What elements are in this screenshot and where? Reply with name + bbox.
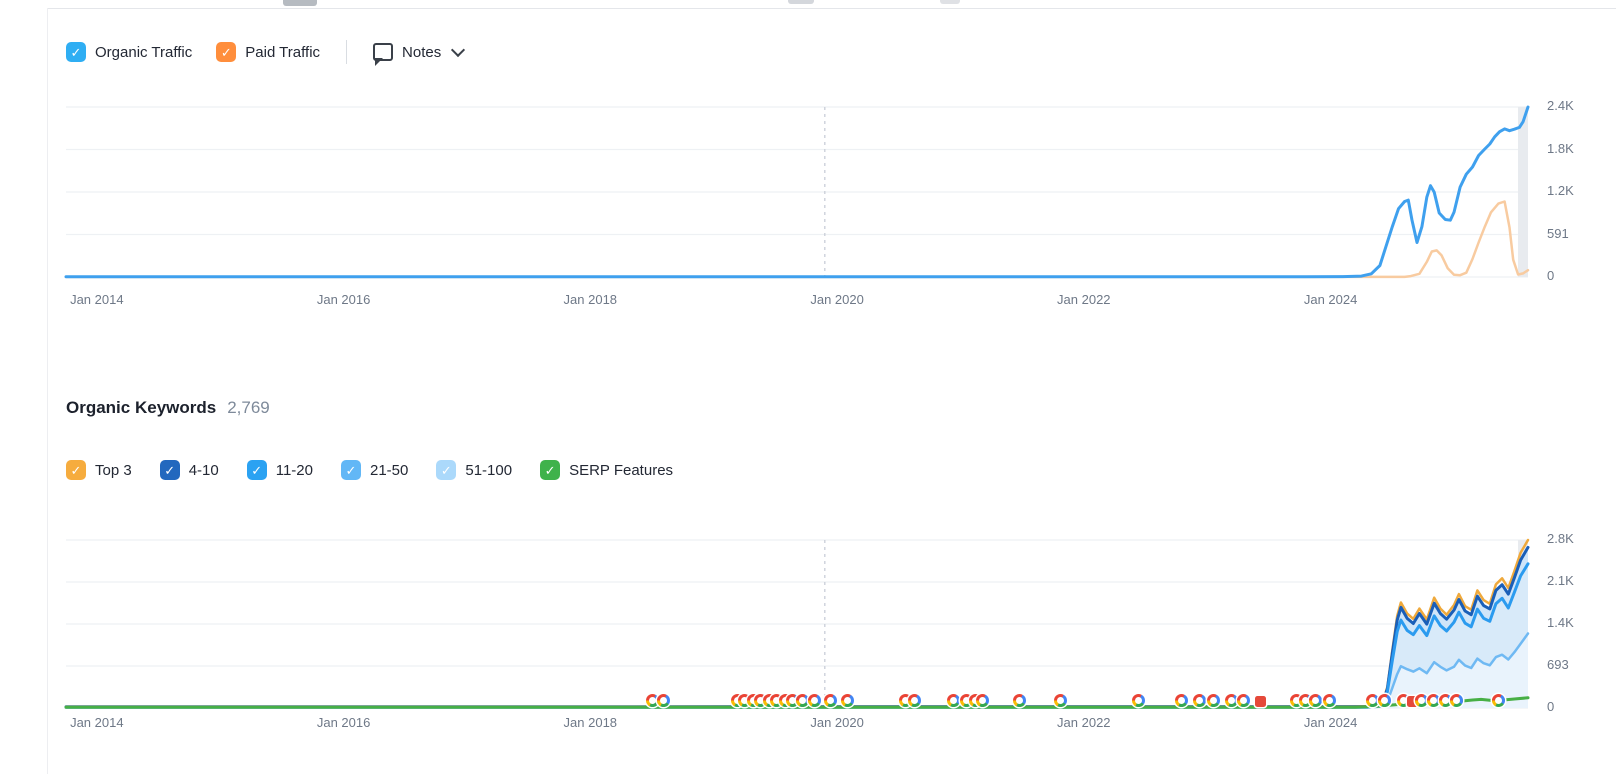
- x-axis-label-jan-2016: Jan 2016: [316, 715, 371, 730]
- google-update-note-icon[interactable]: [1206, 694, 1220, 707]
- keywords-chart-canvas: [64, 538, 1530, 709]
- panel-top-border: [47, 8, 1616, 9]
- legend-label: 4-10: [188, 461, 219, 479]
- checkbox-top-3[interactable]: ✓: [66, 460, 86, 480]
- y-axis-label-0: 0: [1547, 268, 1555, 283]
- legend-item-11-20[interactable]: ✓ 11-20: [246, 460, 313, 480]
- notes-label: Notes: [402, 43, 442, 61]
- legend-label: 51-100: [465, 461, 513, 479]
- legend-label: Paid Traffic: [245, 43, 321, 61]
- chevron-down-icon: [451, 42, 466, 57]
- x-axis-label-jan-2022: Jan 2022: [1057, 292, 1111, 307]
- google-update-note-icon[interactable]: [796, 694, 810, 707]
- y-axis-label-693: 693: [1547, 657, 1569, 672]
- checkbox-51-100[interactable]: ✓: [436, 460, 457, 480]
- google-update-note-icon[interactable]: [656, 694, 670, 707]
- notes-speech-bubble-icon: [373, 43, 394, 66]
- google-update-note-icon[interactable]: [1366, 694, 1379, 707]
- y-axis-label-591: 591: [1547, 225, 1569, 241]
- x-axis-label-jan-2020: Jan 2020: [810, 292, 864, 307]
- y-axis-label-1-4k: 1.4K: [1547, 615, 1574, 630]
- x-axis-label-jan-2018: Jan 2018: [563, 715, 618, 730]
- y-axis-label-1-8k: 1.8K: [1547, 140, 1574, 156]
- y-axis-label-2-8k: 2.8K: [1547, 531, 1574, 546]
- google-update-note-icon[interactable]: [1236, 694, 1250, 707]
- x-axis-label-jan-2014: Jan 2014: [70, 715, 124, 730]
- traffic-legend-row: ✓ Organic Traffic ✓ Paid Traffic Notes: [66, 40, 466, 66]
- google-update-note-icon[interactable]: [1131, 694, 1145, 707]
- keywords-count: 2,769: [227, 398, 270, 417]
- legend-item-serp-features[interactable]: ✓ SERP Features: [540, 460, 673, 480]
- keywords-chart[interactable]: 2.8K 2.1K 1.4K 693 0 Jan 2014 Jan 2016 Jan 2018…: [64, 531, 1574, 730]
- google-update-note-icon[interactable]: [1322, 694, 1336, 707]
- legend-item-51-100[interactable]: ✓ 51-100: [436, 460, 512, 480]
- legend-item-organic-traffic[interactable]: ✓ Organic Traffic: [66, 42, 192, 62]
- x-axis-label-jan-2022: Jan 2022: [1057, 715, 1111, 730]
- panel-left-border: [47, 8, 48, 774]
- keywords-title-row: Organic Keywords 2,769: [66, 398, 270, 418]
- y-axis-label-2-1k: 2.1K: [1547, 573, 1574, 588]
- y-axis-label-1-2k: 1.2K: [1547, 183, 1574, 198]
- legend-item-paid-traffic[interactable]: ✓ Paid Traffic: [216, 42, 320, 62]
- google-update-note-icon[interactable]: [946, 694, 960, 707]
- checkbox-21-50[interactable]: ✓: [341, 460, 361, 480]
- legend-label: Top 3: [95, 461, 132, 479]
- google-update-note-icon[interactable]: [1449, 694, 1463, 707]
- legend-label: Organic Traffic: [95, 43, 193, 61]
- x-axis-label-jan-2016: Jan 2016: [316, 292, 371, 307]
- y-axis-label-0: 0: [1547, 699, 1555, 714]
- traffic-legend-items: ✓ Organic Traffic ✓ Paid Traffic: [66, 42, 320, 62]
- keywords-title: Organic Keywords: [66, 398, 217, 417]
- clipped-header-artifact: [788, 0, 814, 4]
- legend-divider: [346, 40, 348, 64]
- traffic-chart[interactable]: 2.4K 1.8K 1.2K 591 0 Jan 2014 Jan 2016 Jan 2018…: [64, 98, 1574, 307]
- legend-label: 11-20: [275, 461, 313, 479]
- x-axis-label-jan-2018: Jan 2018: [563, 292, 618, 307]
- clipped-header-artifact: [283, 0, 317, 6]
- google-update-note-icon[interactable]: [1174, 694, 1188, 707]
- analytics-panel: ✓ Organic Traffic ✓ Paid Traffic Notes 2.4K…: [0, 0, 1616, 774]
- keywords-legend-items: ✓ Top 3 ✓ 4-10 ✓ 11-20 ✓ 21-50 ✓ 51-100 ✓ SERP Feat…: [66, 460, 673, 480]
- keywords-legend-row: ✓ Top 3 ✓ 4-10 ✓ 11-20 ✓ 21-50 ✓ 51-100 ✓ SERP Feat…: [66, 460, 673, 480]
- google-update-note-icon[interactable]: [1491, 694, 1505, 707]
- checkbox-serp-features[interactable]: ✓: [540, 460, 561, 480]
- traffic-chart-canvas: [64, 105, 1530, 279]
- x-axis-label-jan-2020: Jan 2020: [810, 715, 864, 730]
- clipped-header-artifact: [940, 0, 960, 4]
- x-axis-label-jan-2014: Jan 2014: [70, 292, 124, 307]
- checkbox-paid-traffic[interactable]: ✓: [216, 42, 237, 62]
- site-issue-note-icon[interactable]: [1254, 696, 1266, 707]
- legend-label: SERP Features: [569, 461, 674, 479]
- legend-item-4-10[interactable]: ✓ 4-10: [159, 460, 219, 480]
- y-axis-label-2-4k: 2.4K: [1547, 98, 1574, 113]
- legend-item-21-50[interactable]: ✓ 21-50: [341, 460, 408, 480]
- google-update-note-icon[interactable]: [1053, 694, 1067, 707]
- x-axis-label-jan-2024: Jan 2024: [1303, 715, 1358, 730]
- notes-button[interactable]: Notes: [373, 42, 466, 66]
- google-update-note-icon[interactable]: [840, 694, 854, 707]
- x-axis-label-jan-2024: Jan 2024: [1303, 292, 1358, 307]
- legend-label: 21-50: [370, 461, 409, 479]
- checkbox-organic-traffic[interactable]: ✓: [66, 42, 86, 62]
- legend-item-top-3[interactable]: ✓ Top 3: [66, 460, 132, 480]
- google-update-note-icon[interactable]: [1426, 694, 1440, 707]
- checkbox-4-10[interactable]: ✓: [159, 460, 180, 480]
- checkbox-11-20[interactable]: ✓: [246, 460, 267, 480]
